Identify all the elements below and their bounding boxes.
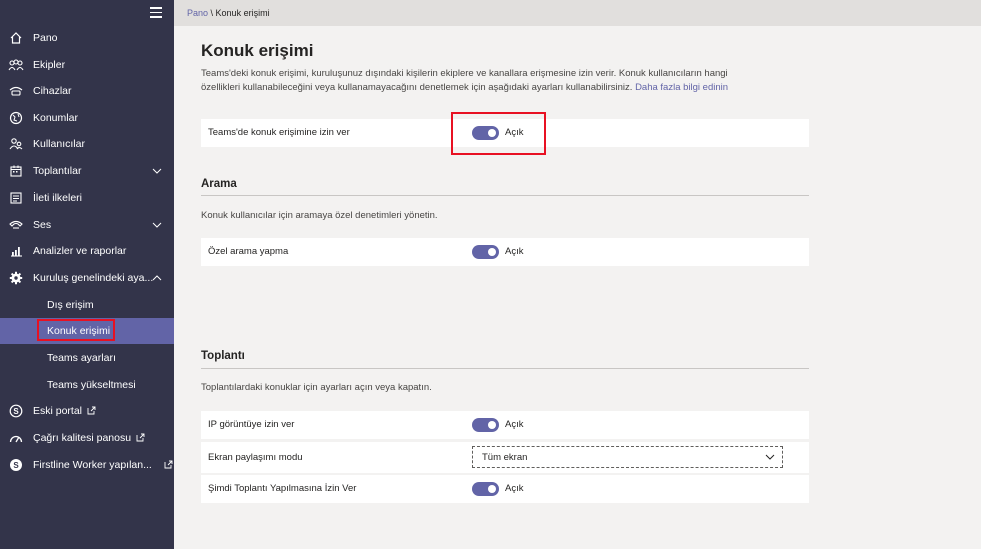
nav-item-devices[interactable]: Cihazlar [0,78,174,104]
toggle-state-label: Açık [505,127,524,138]
section-description-calling: Konuk kullanıcılar için aramaya özel den… [201,210,438,221]
analytics-icon [8,243,24,259]
nav-item-external-access[interactable]: Dış erişim [0,292,174,318]
divider [201,368,809,369]
skype-icon: S [8,457,24,473]
main-content: Konuk erişimi Teams'deki konuk erişimi, … [174,26,981,549]
nav-item-meetings[interactable]: Toplantılar [0,158,174,184]
call-quality-icon [8,430,24,446]
nav-item-analytics-reports[interactable]: Analizler ve raporlar [0,238,174,264]
svg-text:S: S [13,461,19,470]
nav-label: Analizler ve raporlar [33,245,127,257]
setting-label: IP görüntüye izin ver [208,419,295,430]
nav-item-voice[interactable]: Ses [0,212,174,238]
guest-access-toggle[interactable] [472,126,499,140]
nav-item-messaging-policies[interactable]: İleti ilkeleri [0,185,174,211]
nav-label: Teams yükseltmesi [47,379,136,391]
nav-label: Ses [33,219,52,231]
chevron-down-icon [765,452,775,462]
nav-label: Teams ayarları [47,352,116,364]
nav-item-firstline-worker[interactable]: S Firstline Worker yapılan... [0,452,174,478]
toggle-state-label: Açık [505,483,524,494]
setting-label: Özel arama yapma [208,246,289,257]
nav-item-teams[interactable]: Ekipler [0,52,174,78]
section-title-calling: Arama [201,178,237,190]
home-icon [8,30,24,46]
setting-row-ip-video: IP görüntüye izin ver Açık [201,411,809,439]
toggle-state-label: Açık [505,419,524,430]
svg-text:S: S [13,407,19,416]
section-title-meeting: Toplantı [201,350,245,362]
nav-label: Çağrı kalitesi panosu [33,432,145,444]
nav-item-locations[interactable]: Konumlar [0,105,174,131]
page-title: Konuk erişimi [201,41,314,60]
phone-icon [8,217,24,233]
chevron-down-icon [152,220,162,230]
external-link-icon [87,406,96,415]
page-description: Teams'deki konuk erişimi, kuruluşunuz dı… [201,68,729,93]
nav-item-call-quality-dashboard[interactable]: Çağrı kalitesi panosu [0,425,174,451]
private-call-toggle[interactable] [472,245,499,259]
globe-icon [8,110,24,126]
nav-item-dashboard[interactable]: Pano [0,25,174,51]
external-link-icon [136,433,145,442]
devices-icon [8,83,24,99]
left-nav: Pano Ekipler Cihazlar Konumlar Kullanıcı… [0,0,174,549]
divider [201,195,809,196]
gear-icon [8,270,24,286]
section-description-meeting: Toplantılardaki konuklar için ayarları a… [201,382,432,393]
dropdown-value: Tüm ekran [482,452,528,463]
nav-label: Firstline Worker yapılan... [33,459,173,471]
calendar-icon [8,163,24,179]
learn-more-link[interactable]: Daha fazla bilgi edinin [635,82,728,93]
chevron-up-icon [152,273,162,283]
chevron-down-icon [152,166,162,176]
meet-now-toggle[interactable] [472,482,499,496]
nav-label: Pano [33,32,58,44]
message-policy-icon [8,190,24,206]
nav-label: Toplantılar [33,165,82,177]
breadcrumb: Pano \ Konuk erişimi [187,8,270,18]
nav-item-legacy-portal[interactable]: S Eski portal [0,398,174,424]
nav-item-guest-access[interactable]: Konuk erişimi [0,318,174,344]
setting-row-screen-sharing: Ekran paylaşımı modu Tüm ekran [201,442,809,473]
setting-label: Şimdi Toplantı Yapılmasına İzin Ver [208,483,357,494]
nav-label: İleti ilkeleri [33,192,83,204]
toggle-state-label: Açık [505,246,524,257]
breadcrumb-bar: Pano \ Konuk erişimi [174,0,981,26]
setting-label: Ekran paylaşımı modu [208,452,303,463]
nav-label: Cihazlar [33,85,72,97]
nav-item-org-wide-settings[interactable]: Kuruluş genelindeki aya... [0,265,174,291]
screen-sharing-mode-dropdown[interactable]: Tüm ekran [472,446,783,468]
breadcrumb-home-link[interactable]: Pano [187,8,208,18]
external-link-icon [164,460,173,469]
nav-label: Kullanıcılar [33,138,85,150]
nav-item-users[interactable]: Kullanıcılar [0,131,174,157]
nav-label: Konumlar [33,112,78,124]
setting-row-meet-now: Şimdi Toplantı Yapılmasına İzin Ver Açık [201,475,809,503]
setting-label: Teams'de konuk erişimine izin ver [208,127,350,138]
skype-icon: S [8,403,24,419]
nav-item-teams-settings[interactable]: Teams ayarları [0,345,174,371]
nav-label: Kuruluş genelindeki aya... [33,272,154,284]
setting-row-private-call: Özel arama yapma Açık [201,238,809,266]
nav-label: Konuk erişimi [47,325,111,337]
setting-row-guest-access: Teams'de konuk erişimine izin ver Açık [201,119,809,147]
teams-icon [8,57,24,73]
users-icon [8,136,24,152]
hamburger-menu-icon[interactable] [150,7,162,18]
nav-label: Dış erişim [47,299,94,311]
nav-label: Eski portal [33,405,96,417]
ip-video-toggle[interactable] [472,418,499,432]
nav-label: Ekipler [33,59,66,71]
breadcrumb-current: Konuk erişimi [215,8,270,18]
nav-item-teams-upgrade[interactable]: Teams yükseltmesi [0,372,174,398]
